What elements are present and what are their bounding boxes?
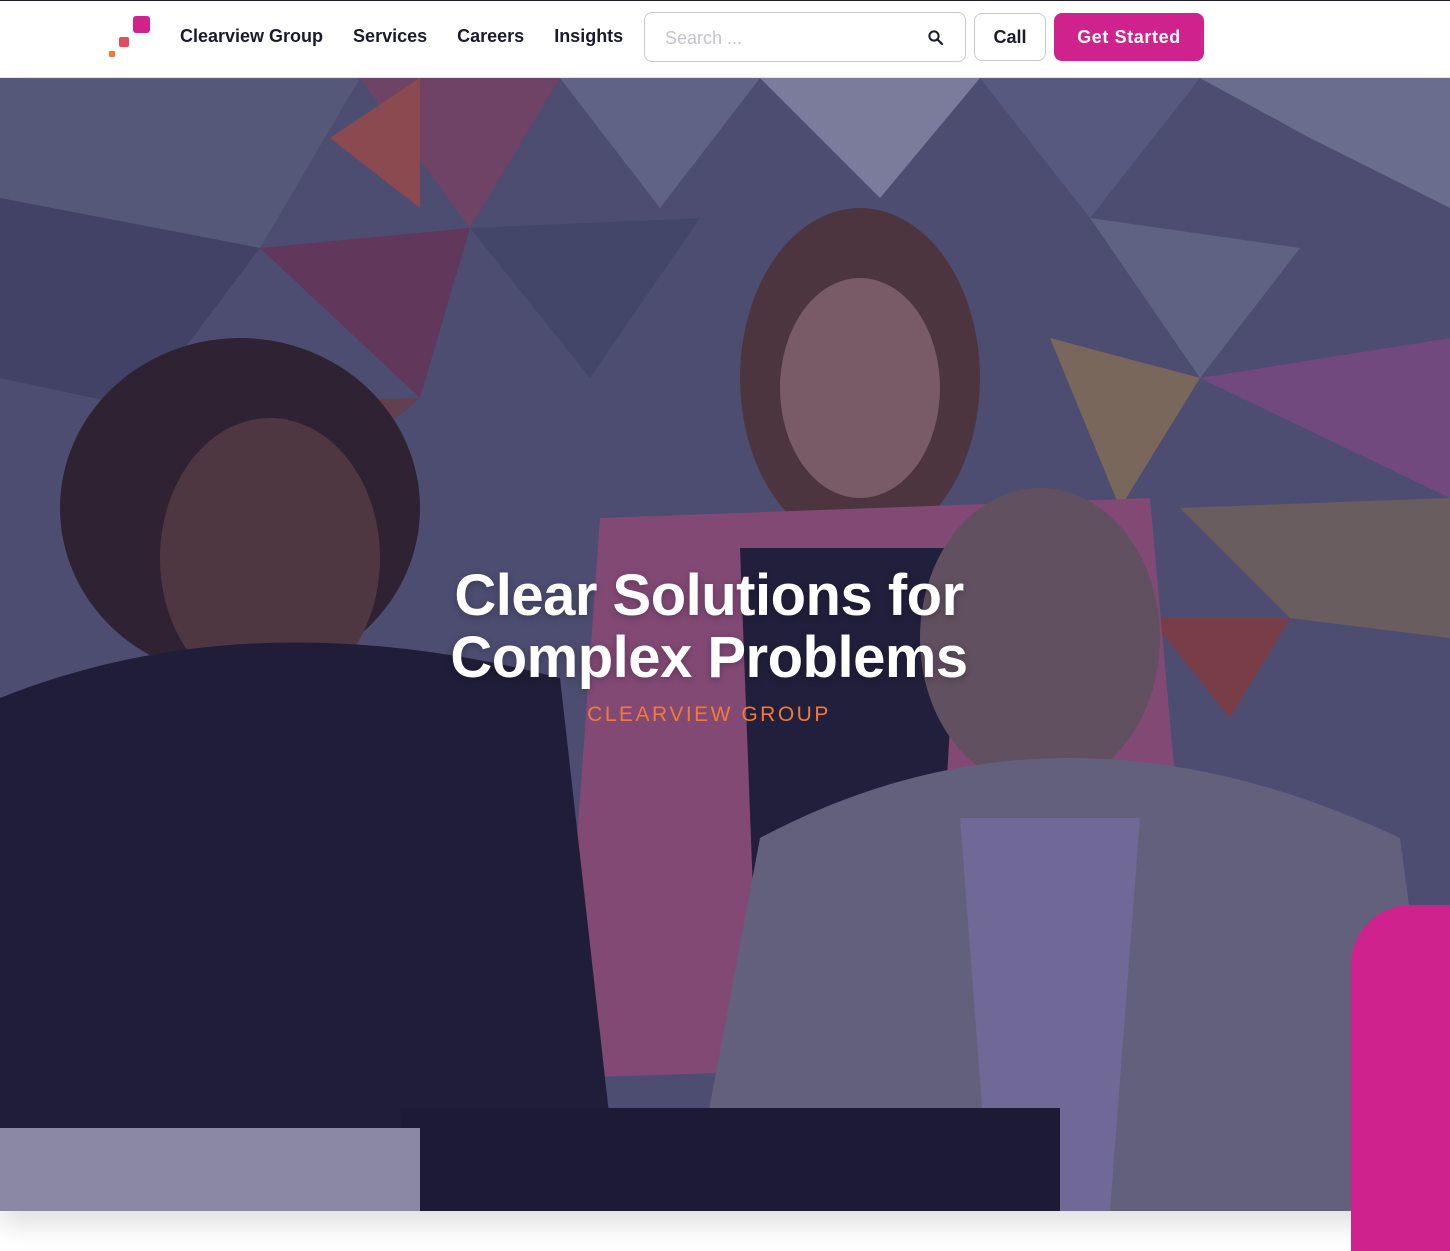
nav-link-services[interactable]: Services [353,25,427,47]
site-header: Clearview Group Services Careers Insight… [0,0,1450,78]
main-nav: Clearview Group Services Careers Insight… [180,25,623,47]
nav-link-insights[interactable]: Insights [554,25,623,47]
hero-title-line-2: Complex Problems [450,625,968,690]
search-input[interactable] [665,25,915,51]
hero-subtitle: CLEARVIEW GROUP [587,703,831,726]
call-button[interactable]: Call [974,13,1046,61]
logo-square-large [133,16,150,33]
hero-title: Clear Solutions for Complex Problems [0,565,1418,689]
logo-icon[interactable] [108,16,152,58]
hero-section: Clear Solutions for Complex Problems CLE… [0,78,1450,1211]
logo-square-small [109,51,115,57]
hero-title-line-1: Clear Solutions for [454,563,964,628]
search-icon[interactable] [927,29,945,47]
decorative-pink-tab [1351,905,1450,1251]
hero-text: Clear Solutions for Complex Problems CLE… [0,565,1418,727]
nav-link-careers[interactable]: Careers [457,25,524,47]
nav-link-clearview-group[interactable]: Clearview Group [180,25,323,47]
search-box [644,12,966,62]
logo-square-medium [119,37,129,47]
get-started-button[interactable]: Get Started [1054,13,1204,61]
